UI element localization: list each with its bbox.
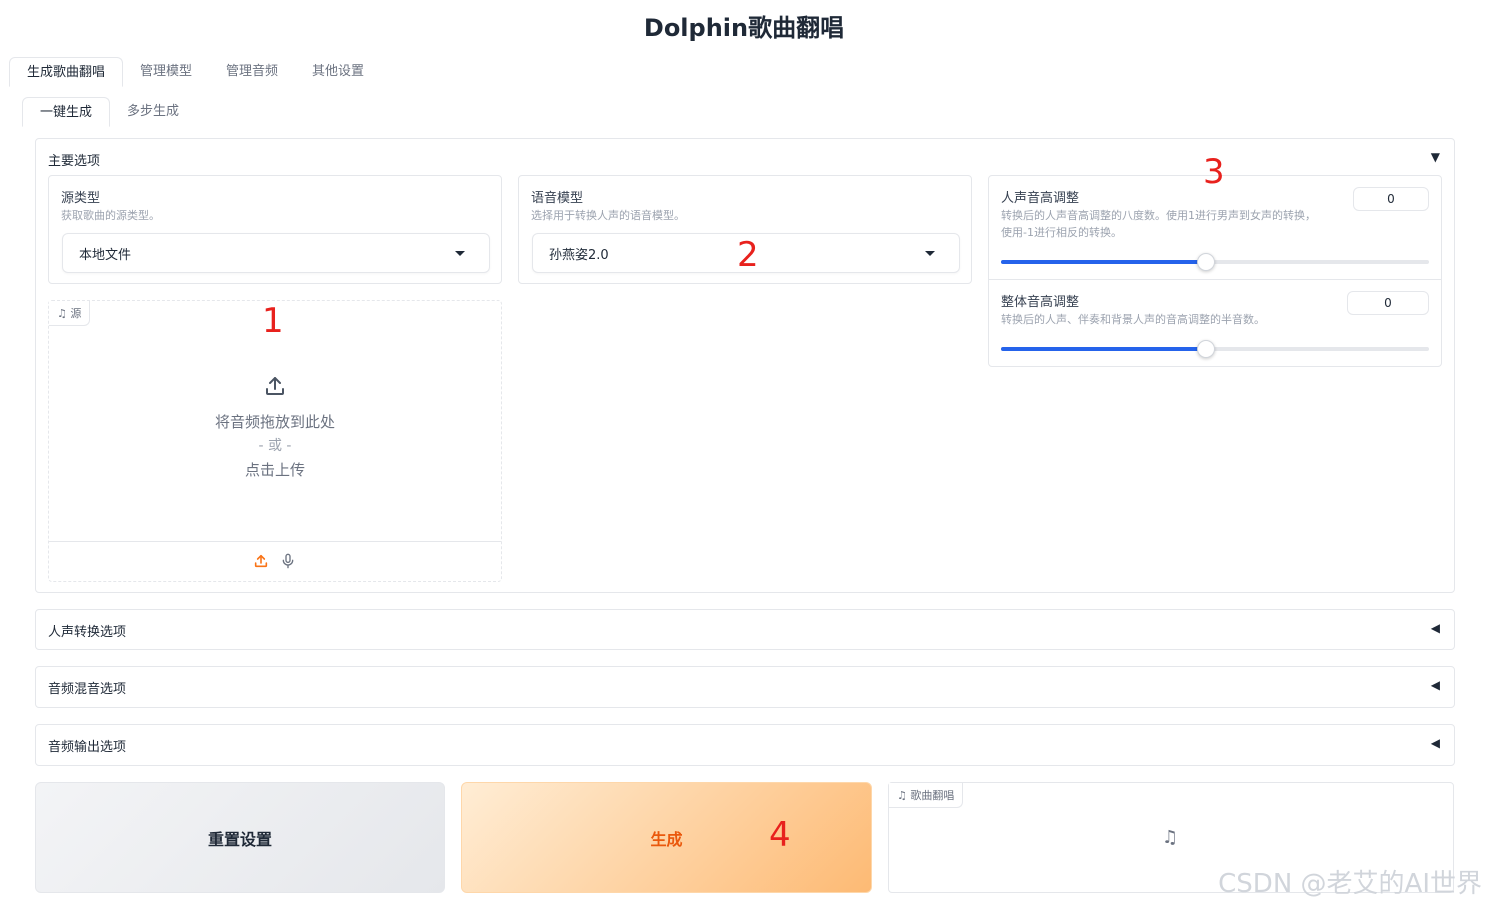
tab-one-click[interactable]: 一键生成 <box>22 97 111 127</box>
audio-mixing-accordion[interactable]: 音频混音选项 ◀ <box>35 666 1455 708</box>
source-type-dropdown[interactable]: 本地文件 <box>62 233 490 273</box>
pitch-settings-block: 人声音高调整 转换后的人声音高调整的八度数。使用1进行男声到女声的转换， 使用-… <box>988 175 1442 367</box>
main-tab-bar: 生成歌曲翻唱 管理模型 管理音频 其他设置 <box>9 57 381 87</box>
voice-model-info: 选择用于转换人声的语音模型。 <box>531 209 685 222</box>
overall-pitch-slider-fill <box>1001 347 1207 351</box>
voice-model-label: 语音模型 <box>531 191 584 206</box>
tab-generate-cover[interactable]: 生成歌曲翻唱 <box>9 57 124 87</box>
vocal-pitch-info-line1: 转换后的人声音高调整的八度数。使用1进行男声到女声的转换， <box>1001 209 1316 222</box>
page-title: Dolphin歌曲翻唱 <box>643 14 845 42</box>
source-type-label: 源类型 <box>61 191 101 206</box>
tab-manage-models[interactable]: 管理模型 <box>123 57 209 87</box>
watermark: CSDN @老艾的AI世界 <box>1218 869 1482 899</box>
vocal-pitch-slider-thumb[interactable] <box>1197 253 1216 271</box>
overall-pitch-label: 整体音高调整 <box>1001 295 1080 310</box>
audio-mixing-title: 音频混音选项 <box>48 682 127 697</box>
main-options-title[interactable]: 主要选项 <box>48 150 100 169</box>
upload-source-toolbar <box>49 541 501 542</box>
sub-tab-bar: 一键生成 多步生成 <box>22 97 196 127</box>
vocal-conversion-accordion[interactable]: 人声转换选项 ◀ <box>35 609 1455 650</box>
vocal-pitch-slider-fill <box>1001 260 1207 264</box>
generate-button[interactable]: 生成 <box>461 782 872 893</box>
tab-manage-audio[interactable]: 管理音频 <box>209 57 295 87</box>
annotation-marker-1: 1 <box>262 301 284 341</box>
annotation-marker-2: 2 <box>737 235 759 275</box>
click-upload-text: 点击上传 <box>244 461 305 479</box>
upload-icon <box>266 377 284 395</box>
vocal-pitch-info-line2: 使用-1进行相反的转换。 <box>1001 226 1122 239</box>
reset-settings-button[interactable]: 重置设置 <box>35 782 445 893</box>
source-type-value: 本地文件 <box>79 248 132 263</box>
microphone-icon[interactable] <box>280 552 296 570</box>
annotation-marker-3: 3 <box>1203 152 1225 192</box>
music-note-icon: ♫ <box>57 307 67 320</box>
overall-pitch-info: 转换后的人声、伴奏和背景人声的音高调整的半音数。 <box>1001 313 1265 326</box>
overall-pitch-slider[interactable] <box>1001 340 1429 358</box>
source-audio-label-text: 源 <box>70 307 82 320</box>
vocal-conversion-title: 人声转换选项 <box>48 625 127 640</box>
vocal-pitch-input[interactable]: 0 <box>1353 187 1429 211</box>
tab-other-settings[interactable]: 其他设置 <box>295 57 381 87</box>
source-audio-upload[interactable]: ♫ 源 将音频拖放到此处 - 或 - 点击上传 <box>48 300 502 582</box>
source-audio-label: ♫ 源 <box>49 301 91 326</box>
cover-audio-label: ♫ 歌曲翻唱 <box>889 783 964 808</box>
expand-arrow-icon[interactable]: ◀ <box>1431 736 1440 750</box>
pitch-divider <box>989 279 1441 280</box>
or-text: - 或 - <box>258 438 292 454</box>
audio-output-title: 音频输出选项 <box>48 740 127 755</box>
cover-audio-label-text: 歌曲翻唱 <box>910 789 955 802</box>
source-type-block: 源类型 获取歌曲的源类型。 本地文件 <box>48 175 502 284</box>
upload-file-icon[interactable] <box>253 553 269 569</box>
chevron-down-icon <box>925 251 935 256</box>
annotation-marker-4: 4 <box>769 815 791 855</box>
vocal-pitch-label: 人声音高调整 <box>1001 191 1080 206</box>
overall-pitch-slider-thumb[interactable] <box>1197 340 1216 358</box>
voice-model-value: 孙燕姿2.0 <box>549 248 609 263</box>
music-note-icon: ♫ <box>1162 827 1179 848</box>
vocal-pitch-slider[interactable] <box>1001 253 1429 271</box>
drop-text: 将音频拖放到此处 <box>214 413 335 431</box>
audio-output-accordion[interactable]: 音频输出选项 ◀ <box>35 724 1455 766</box>
chevron-down-icon <box>455 251 465 256</box>
overall-pitch-input[interactable]: 0 <box>1347 291 1429 315</box>
expand-arrow-icon[interactable]: ◀ <box>1431 678 1440 692</box>
music-note-icon: ♫ <box>897 789 907 802</box>
source-type-info: 获取歌曲的源类型。 <box>61 209 160 222</box>
tab-multi-step[interactable]: 多步生成 <box>110 97 196 127</box>
collapse-arrow-icon[interactable]: ▼ <box>1431 150 1440 164</box>
expand-arrow-icon[interactable]: ◀ <box>1431 621 1440 635</box>
